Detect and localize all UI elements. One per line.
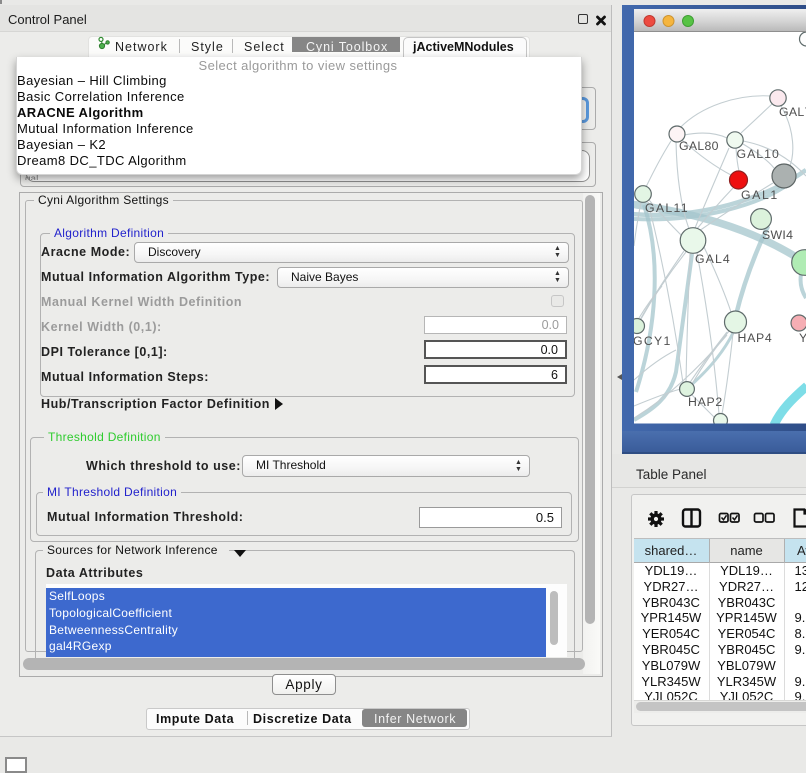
svg-text:GCY1: GCY1 <box>633 334 672 348</box>
svg-text:GAL10: GAL10 <box>737 147 780 161</box>
svg-text:GAL1: GAL1 <box>741 188 779 202</box>
svg-text:GAL7: GAL7 <box>779 105 806 119</box>
svg-text:GAL11: GAL11 <box>645 201 689 215</box>
svg-text:HAP4: HAP4 <box>738 331 773 345</box>
svg-text:SWI4: SWI4 <box>762 228 793 242</box>
svg-text:GAL4: GAL4 <box>695 252 731 266</box>
svg-text:YP: YP <box>799 331 806 345</box>
svg-text:GAL80: GAL80 <box>679 139 719 153</box>
svg-text:HAP2: HAP2 <box>688 395 723 409</box>
